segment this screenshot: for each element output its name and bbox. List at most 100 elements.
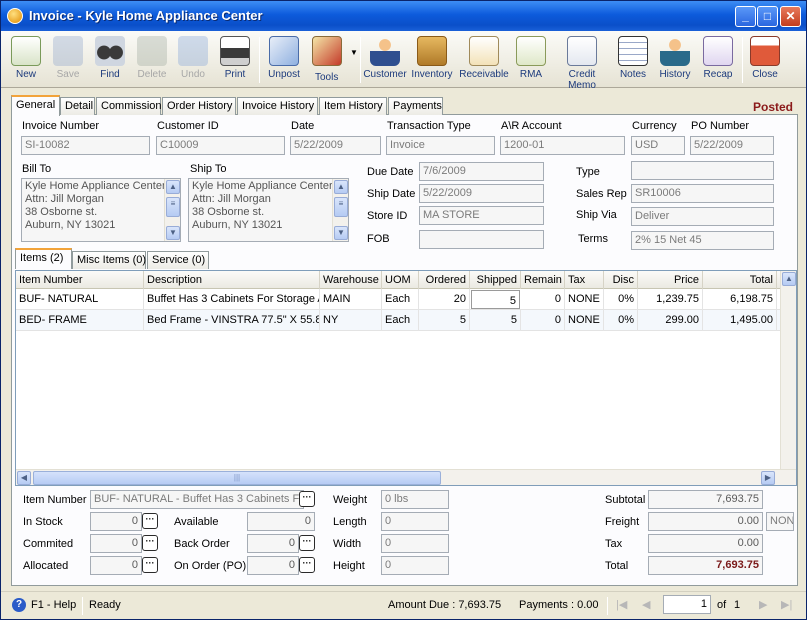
allocated-field[interactable]: 0 bbox=[90, 556, 142, 575]
tab-invoice-history[interactable]: Invoice History bbox=[237, 97, 318, 115]
item-lookup-button[interactable]: ··· bbox=[299, 491, 315, 507]
scroll-up-icon[interactable]: ▲ bbox=[334, 180, 348, 194]
on-order-field[interactable]: 0 bbox=[247, 556, 299, 575]
weight-field[interactable]: 0 lbs bbox=[381, 490, 449, 509]
previous-record-icon[interactable]: ◀ bbox=[642, 598, 650, 611]
po-number-field[interactable]: 5/22/2009 bbox=[690, 136, 774, 155]
help-icon[interactable]: ? bbox=[12, 598, 26, 612]
tab-detail[interactable]: Detail bbox=[60, 97, 95, 115]
ship-date-field[interactable]: 5/22/2009 bbox=[419, 184, 544, 203]
tab-general[interactable]: General bbox=[11, 95, 60, 116]
customer-id-field[interactable]: C10009 bbox=[156, 136, 285, 155]
bill-to-scrollbar[interactable]: ▲ ≡ ▼ bbox=[164, 179, 180, 241]
ship-to-textarea[interactable]: Kyle Home Appliance Center Attn: Jill Mo… bbox=[188, 178, 349, 242]
bill-to-textarea[interactable]: Kyle Home Appliance Center Attn: Jill Mo… bbox=[21, 178, 181, 242]
currency-field[interactable]: USD bbox=[631, 136, 685, 155]
total-field[interactable]: 7,693.75 bbox=[648, 556, 763, 575]
table-row[interactable]: BUF- NATURAL Buffet Has 3 Cabinets For S… bbox=[16, 289, 780, 310]
tab-misc-items[interactable]: Misc Items (0) bbox=[72, 251, 146, 269]
back-order-field[interactable]: 0 bbox=[247, 534, 299, 553]
column-header[interactable]: Tax bbox=[565, 271, 604, 289]
column-header[interactable]: Disc bbox=[604, 271, 638, 289]
column-header[interactable]: Remain bbox=[521, 271, 565, 289]
column-header[interactable]: Description bbox=[144, 271, 320, 289]
subtotal-field[interactable]: 7,693.75 bbox=[648, 490, 763, 509]
freight-code-field[interactable]: NON bbox=[766, 512, 794, 531]
tab-item-history[interactable]: Item History bbox=[319, 97, 387, 115]
page-number-field[interactable]: 1 bbox=[663, 595, 711, 614]
find-button[interactable]: Find bbox=[90, 34, 130, 86]
column-header[interactable]: Ordered bbox=[419, 271, 470, 289]
notes-button[interactable]: Notes bbox=[615, 34, 651, 86]
save-button[interactable]: Save bbox=[49, 34, 87, 86]
tab-commission[interactable]: Commission bbox=[96, 97, 162, 115]
ship-to-scrollbar[interactable]: ▲ ≡ ▼ bbox=[332, 179, 348, 241]
in-stock-field[interactable]: 0 bbox=[90, 512, 142, 531]
customer-button[interactable]: Customer bbox=[363, 34, 407, 86]
height-field[interactable]: 0 bbox=[381, 556, 449, 575]
last-record-icon[interactable]: ▶| bbox=[781, 598, 792, 611]
column-header[interactable]: Price bbox=[638, 271, 703, 289]
rma-button[interactable]: RMA bbox=[513, 34, 549, 86]
back-order-lookup-button[interactable]: ··· bbox=[299, 535, 315, 551]
tab-payments[interactable]: Payments bbox=[388, 97, 443, 115]
scroll-right-icon[interactable]: ▶ bbox=[761, 471, 775, 485]
table-row[interactable]: BED- FRAME Bed Frame - VINSTRA 77.5" X 5… bbox=[16, 310, 780, 331]
column-header[interactable]: Total bbox=[703, 271, 777, 289]
freight-field[interactable]: 0.00 bbox=[648, 512, 763, 531]
close-window-button[interactable]: ✕ bbox=[780, 6, 801, 27]
print-button[interactable]: Print bbox=[216, 34, 254, 86]
chevron-down-icon[interactable]: ▼ bbox=[350, 48, 358, 57]
scroll-thumb[interactable]: ||| bbox=[33, 471, 441, 485]
new-button[interactable]: New bbox=[7, 34, 45, 86]
type-field[interactable] bbox=[631, 161, 774, 180]
column-header[interactable]: Shipped bbox=[470, 271, 521, 289]
maximize-button[interactable]: □ bbox=[757, 6, 778, 27]
title-bar[interactable]: Invoice - Kyle Home Appliance Center _ □… bbox=[1, 1, 806, 31]
close-button[interactable]: Close bbox=[746, 34, 784, 86]
scroll-left-icon[interactable]: ◀ bbox=[17, 471, 31, 485]
column-header[interactable]: Warehouse bbox=[320, 271, 382, 289]
inventory-button[interactable]: Inventory bbox=[409, 34, 455, 86]
tab-service[interactable]: Service (0) bbox=[147, 251, 209, 269]
store-id-field[interactable]: MA STORE bbox=[419, 206, 544, 225]
scroll-down-icon[interactable]: ▼ bbox=[334, 226, 348, 240]
scroll-up-icon[interactable]: ▲ bbox=[166, 180, 180, 194]
tab-items[interactable]: Items (2) bbox=[15, 248, 72, 269]
available-field[interactable]: 0 bbox=[247, 512, 315, 531]
date-field[interactable]: 5/22/2009 bbox=[290, 136, 381, 155]
column-header[interactable]: UOM bbox=[382, 271, 419, 289]
allocated-lookup-button[interactable]: ··· bbox=[142, 557, 158, 573]
credit-memo-button[interactable]: Credit Memo bbox=[554, 34, 610, 91]
ship-via-field[interactable]: Deliver bbox=[631, 207, 774, 226]
undo-button[interactable]: Undo bbox=[174, 34, 212, 86]
due-date-field[interactable]: 7/6/2009 bbox=[419, 162, 544, 181]
width-field[interactable]: 0 bbox=[381, 534, 449, 553]
first-record-icon[interactable]: |◀ bbox=[616, 598, 627, 611]
next-record-icon[interactable]: ▶ bbox=[759, 598, 767, 611]
grid-horizontal-scrollbar[interactable]: ◀ ||| ▶ bbox=[16, 469, 796, 485]
scroll-up-icon[interactable]: ▲ bbox=[782, 272, 796, 286]
scroll-thumb[interactable]: ≡ bbox=[334, 197, 348, 217]
help-label[interactable]: F1 - Help bbox=[31, 599, 76, 611]
transaction-type-field[interactable]: Invoice bbox=[386, 136, 495, 155]
tab-order-history[interactable]: Order History bbox=[162, 97, 236, 115]
committed-lookup-button[interactable]: ··· bbox=[142, 535, 158, 551]
tools-button[interactable]: ▼ Tools bbox=[308, 34, 360, 86]
receivable-button[interactable]: Receivable bbox=[458, 34, 510, 86]
history-button[interactable]: History bbox=[655, 34, 695, 86]
item-number-field[interactable]: BUF- NATURAL - Buffet Has 3 Cabinets For… bbox=[90, 490, 304, 509]
scroll-thumb[interactable]: ≡ bbox=[166, 197, 180, 217]
ar-account-field[interactable]: 1200-01 bbox=[500, 136, 625, 155]
committed-field[interactable]: 0 bbox=[90, 534, 142, 553]
scroll-down-icon[interactable]: ▼ bbox=[166, 226, 180, 240]
sales-rep-field[interactable]: SR10006 bbox=[631, 184, 774, 203]
tax-field[interactable]: 0.00 bbox=[648, 534, 763, 553]
invoice-number-field[interactable]: SI-10082 bbox=[21, 136, 150, 155]
delete-button[interactable]: Delete bbox=[133, 34, 171, 86]
terms-field[interactable]: 2% 15 Net 45 bbox=[631, 231, 774, 250]
on-order-lookup-button[interactable]: ··· bbox=[299, 557, 315, 573]
shipped-cell-editor[interactable]: 5 bbox=[471, 290, 520, 309]
unpost-button[interactable]: Unpost bbox=[264, 34, 304, 86]
fob-field[interactable] bbox=[419, 230, 544, 249]
